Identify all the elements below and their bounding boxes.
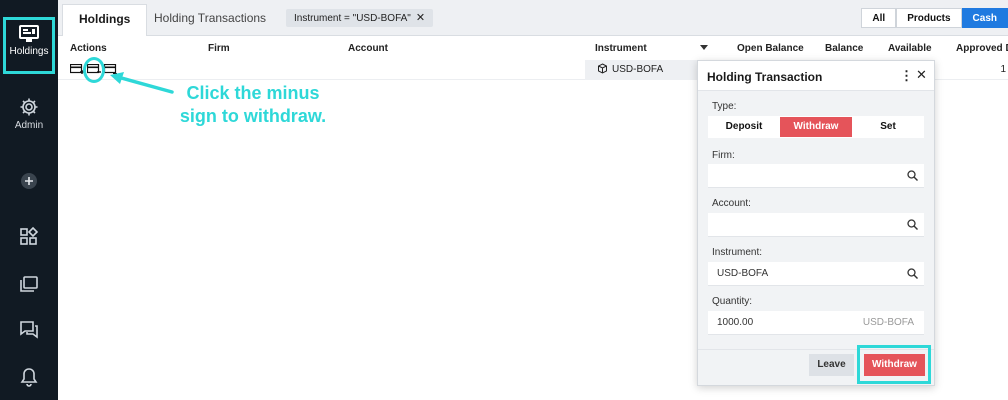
instrument-label: Instrument: <box>712 247 763 258</box>
holdings-monitor-icon <box>19 25 39 43</box>
col-open-balance[interactable]: Open Balance <box>737 43 804 54</box>
dialog-body: Type: Deposit Withdraw Set Firm: Account… <box>698 91 934 349</box>
nav-holdings[interactable]: Holdings <box>3 17 55 74</box>
quantity-value: 1000.00 <box>717 317 754 328</box>
withdraw-button-highlight <box>857 345 931 384</box>
left-nav: Holdings Admin <box>0 0 58 400</box>
col-available[interactable]: Available <box>888 43 932 54</box>
toggle-cash[interactable]: Cash <box>961 8 1008 28</box>
nav-notifications[interactable] <box>0 367 58 387</box>
annotation-arrow-icon <box>110 72 174 94</box>
more-vertical-icon[interactable]: ⋮ <box>900 68 913 84</box>
windows-icon <box>19 274 39 294</box>
col-account[interactable]: Account <box>348 43 388 54</box>
quantity-input[interactable]: 1000.00 USD-BOFA <box>708 311 924 335</box>
instrument-input[interactable]: USD-BOFA <box>708 262 924 286</box>
nav-add[interactable] <box>0 172 58 190</box>
dialog-title: Holding Transaction <box>707 70 823 84</box>
tab-bar: Holdings Holding Transactions Instrument… <box>58 0 1008 36</box>
firm-label: Firm: <box>712 150 735 161</box>
nav-apps[interactable] <box>0 226 58 246</box>
type-withdraw[interactable]: Withdraw <box>780 117 852 137</box>
filter-chip-label: Instrument = "USD-BOFA" <box>294 13 411 24</box>
highlight-circle <box>83 57 105 83</box>
quantity-label: Quantity: <box>712 296 753 307</box>
col-firm[interactable]: Firm <box>208 43 230 54</box>
nav-holdings-label: Holdings <box>9 46 49 57</box>
row-instrument-cell: USD-BOFA <box>585 60 697 80</box>
leave-button[interactable]: Leave <box>809 354 854 376</box>
nav-admin[interactable]: Admin <box>0 97 58 131</box>
col-balance[interactable]: Balance <box>825 43 863 54</box>
dialog-header: Holding Transaction ⋮ ✕ <box>698 61 934 91</box>
tab-holding-transactions[interactable]: Holding Transactions <box>138 4 282 36</box>
chat-icon <box>19 320 39 340</box>
instrument-value: USD-BOFA <box>717 268 769 279</box>
col-instrument[interactable]: Instrument <box>595 43 647 54</box>
asset-type-toggle: All Products Cash <box>861 8 1008 28</box>
row-approved-value: 1 <box>1000 64 1006 75</box>
filter-chip[interactable]: Instrument = "USD-BOFA" ✕ <box>286 9 434 27</box>
deposit-plus-icon[interactable] <box>70 64 84 75</box>
type-deposit[interactable]: Deposit <box>708 116 780 138</box>
row-instrument-value: USD-BOFA <box>612 64 664 75</box>
col-approved[interactable]: Approved De <box>956 43 1008 54</box>
quantity-unit: USD-BOFA <box>862 317 914 328</box>
account-label: Account: <box>712 198 751 209</box>
search-icon <box>907 219 918 230</box>
holding-transaction-dialog: Holding Transaction ⋮ ✕ Type: Deposit Wi… <box>697 60 935 386</box>
nav-admin-label: Admin <box>14 120 44 131</box>
search-icon <box>907 268 918 279</box>
firm-input[interactable] <box>708 164 924 188</box>
bell-icon <box>20 367 38 387</box>
chevron-down-icon[interactable] <box>700 45 708 50</box>
nav-chat[interactable] <box>0 320 58 340</box>
close-icon[interactable]: ✕ <box>916 67 927 83</box>
type-label: Type: <box>712 101 737 112</box>
toggle-products[interactable]: Products <box>896 8 962 28</box>
annotation-text: Click the minus sign to withdraw. <box>179 83 327 126</box>
widgets-icon <box>19 226 39 246</box>
close-icon[interactable]: ✕ <box>416 12 425 24</box>
type-segmented-control: Deposit Withdraw Set <box>708 116 924 138</box>
nav-windows[interactable] <box>0 274 58 294</box>
gear-icon <box>19 97 39 117</box>
plus-circle-icon <box>20 172 38 190</box>
table-header: Actions Firm Account Instrument Open Bal… <box>58 38 1008 58</box>
search-icon <box>907 170 918 181</box>
toggle-all[interactable]: All <box>861 8 897 28</box>
type-set[interactable]: Set <box>852 116 924 138</box>
col-actions[interactable]: Actions <box>70 43 107 54</box>
tab-holdings[interactable]: Holdings <box>62 4 148 36</box>
account-input[interactable] <box>708 213 924 237</box>
cube-icon <box>598 63 607 74</box>
